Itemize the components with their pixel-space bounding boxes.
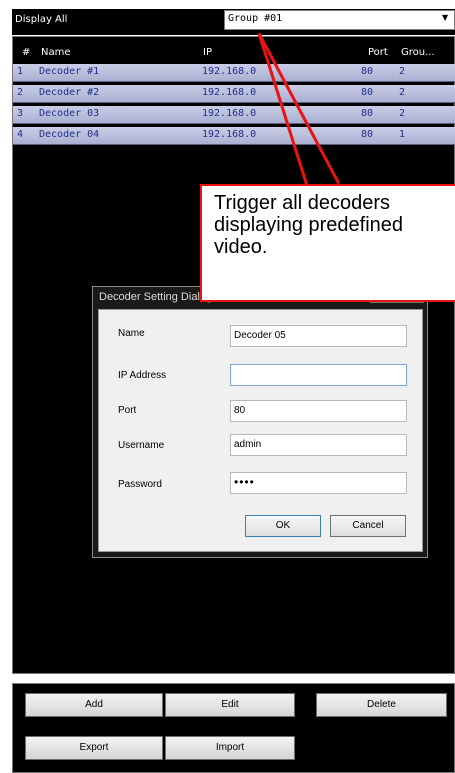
table-header: # Name IP Port Grou...	[13, 42, 455, 64]
row-ip: 192.168.0	[202, 108, 257, 119]
cancel-button[interactable]: Cancel	[330, 515, 406, 537]
column-header-ip[interactable]: IP	[203, 47, 212, 58]
password-field[interactable]: ••••	[230, 472, 407, 494]
table-row[interactable]: 3 Decoder 03 192.168.0 80 2	[13, 106, 455, 124]
row-group: 1	[399, 129, 406, 140]
column-header-name[interactable]: Name	[41, 47, 71, 58]
table-row[interactable]: 4 Decoder 04 192.168.0 80 1	[13, 127, 455, 145]
row-group: 2	[399, 108, 406, 119]
row-name: Decoder 03	[39, 108, 100, 119]
name-label: Name	[118, 328, 145, 339]
row-number: 3	[17, 108, 24, 119]
delete-button[interactable]: Delete	[316, 693, 447, 717]
row-ip: 192.168.0	[202, 66, 257, 77]
row-port: 80	[361, 66, 374, 77]
column-header-port[interactable]: Port	[368, 47, 388, 58]
row-name: Decoder #2	[39, 87, 100, 98]
table-row[interactable]: 1 Decoder #1 192.168.0 80 2	[13, 64, 455, 82]
group-select-value: Group #01	[228, 13, 283, 24]
annotation-callout-text: Trigger all decoders displaying predefin…	[214, 192, 404, 258]
ip-address-field[interactable]	[230, 364, 407, 386]
add-button[interactable]: Add	[25, 693, 163, 717]
row-number: 1	[17, 66, 24, 77]
row-name: Decoder 04	[39, 129, 100, 140]
export-button[interactable]: Export	[25, 736, 163, 760]
table-row[interactable]: 2 Decoder #2 192.168.0 80 2	[13, 85, 455, 103]
row-group: 2	[399, 87, 406, 98]
ip-address-label: IP Address	[118, 370, 167, 381]
display-all-label[interactable]: Display All	[15, 14, 67, 25]
row-number: 4	[17, 129, 24, 140]
name-field[interactable]: Decoder 05	[230, 325, 407, 347]
port-field[interactable]: 80	[230, 400, 407, 422]
row-number: 2	[17, 87, 24, 98]
password-label: Password	[118, 479, 162, 490]
port-label: Port	[118, 405, 137, 416]
row-ip: 192.168.0	[202, 87, 257, 98]
dialog-title: Decoder Setting Dialog	[99, 291, 213, 303]
chevron-down-icon[interactable]: ▼	[442, 13, 448, 22]
column-header-group[interactable]: Grou...	[401, 47, 435, 58]
edit-button[interactable]: Edit	[165, 693, 295, 717]
row-ip: 192.168.0	[202, 129, 257, 140]
row-port: 80	[361, 87, 374, 98]
username-field[interactable]: admin	[230, 434, 407, 456]
column-header-number[interactable]: #	[22, 47, 30, 58]
row-group: 2	[399, 66, 406, 77]
ok-button[interactable]: OK	[245, 515, 321, 537]
row-port: 80	[361, 129, 374, 140]
row-port: 80	[361, 108, 374, 119]
row-name: Decoder #1	[39, 66, 100, 77]
import-button[interactable]: Import	[165, 736, 295, 760]
username-label: Username	[118, 440, 165, 451]
